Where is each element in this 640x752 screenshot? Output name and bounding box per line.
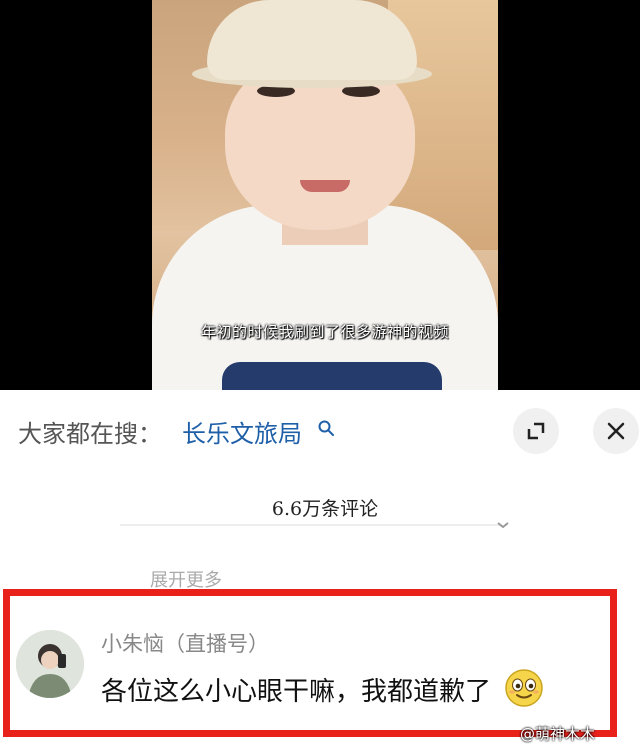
watermark: @萌神木木 [520,725,596,743]
comment-author[interactable]: 小朱恼（直播号） [101,628,269,658]
avatar-image [16,630,84,698]
highlighted-comment [3,589,617,737]
avatar[interactable] [16,630,84,698]
search-suggestion-link[interactable]: 长乐文旅局 [182,414,302,449]
faded-divider [120,522,509,529]
video-subtitle: 年初的时候我刷到了很多游神的视频 [200,323,449,341]
close-icon [607,422,625,440]
expand-icon [527,422,545,440]
mouth [300,180,350,192]
close-button[interactable] [593,408,639,454]
comment-count: 6.6万条评论 [271,498,379,520]
search-prefix-label: 大家都在搜： [18,420,162,448]
cap [207,0,417,80]
comment-text: 各位这么小心眼干嘛，我都道歉了 [101,677,492,707]
search-icon[interactable] [318,420,334,436]
smiling-face-emoji-icon [505,669,543,707]
shirt-print [222,362,442,390]
expand-button[interactable] [513,408,559,454]
video-frame: 年初的时候我刷到了很多游神的视频 [152,0,498,390]
video-player[interactable]: 年初的时候我刷到了很多游神的视频 [0,0,640,390]
